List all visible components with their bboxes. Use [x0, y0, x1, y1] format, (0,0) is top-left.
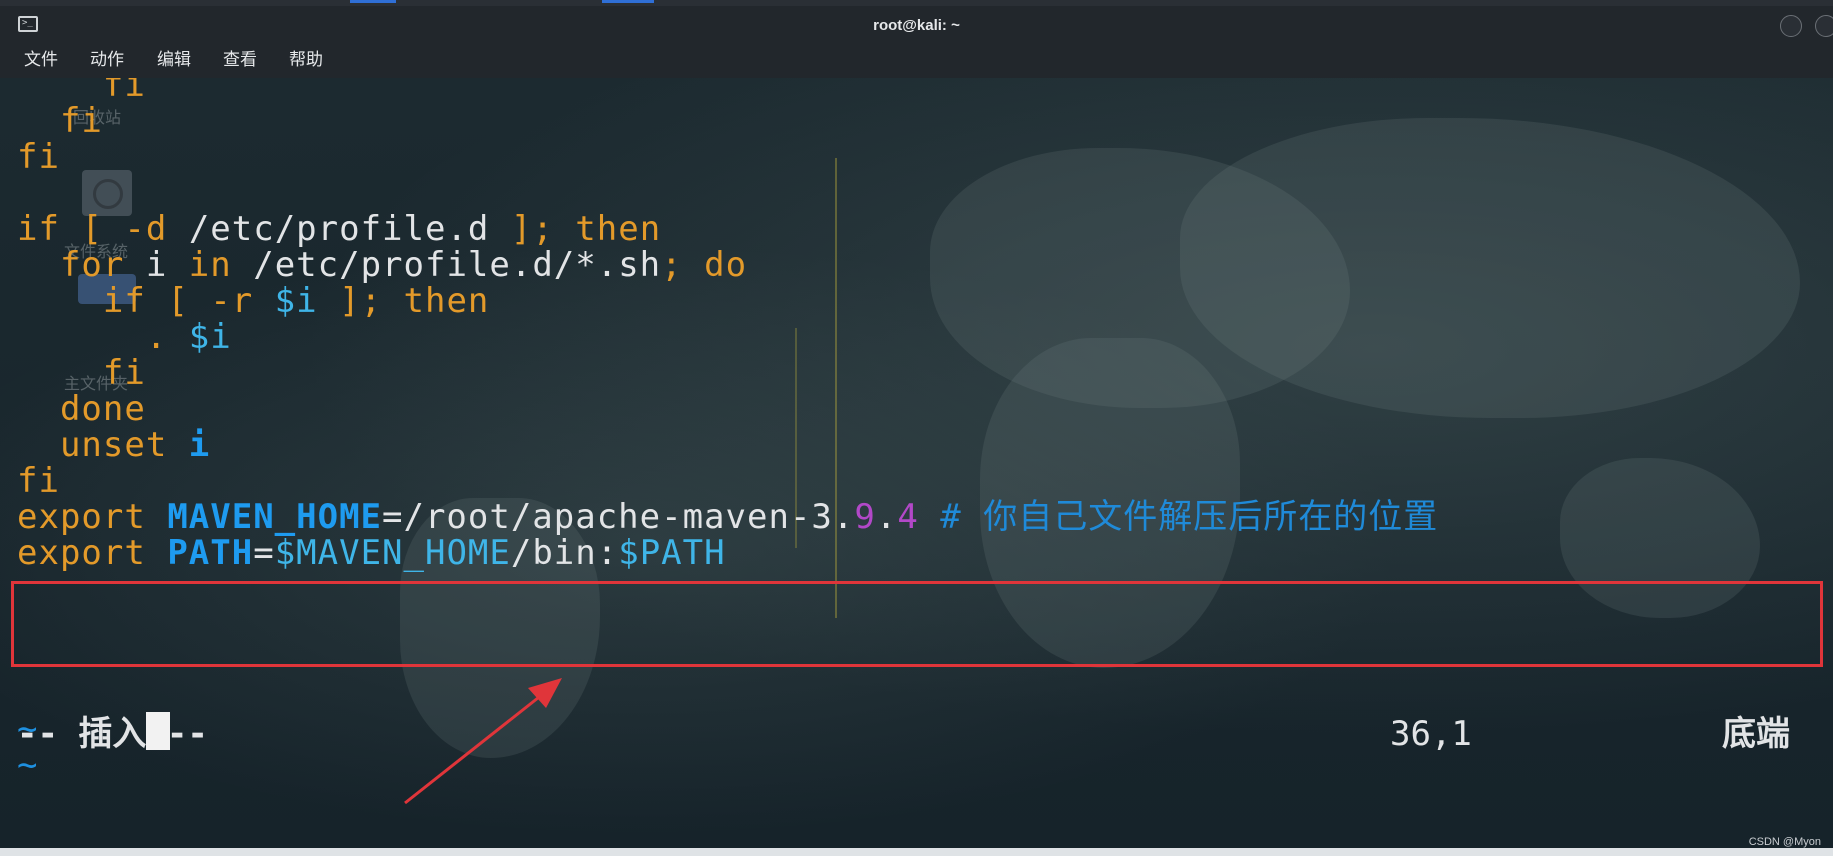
code-token: MAVEN_HOME	[167, 497, 383, 537]
code-token: =	[253, 533, 275, 573]
code-token: then	[575, 209, 662, 249]
menu-action[interactable]: 动作	[90, 46, 124, 74]
code-token: ];	[489, 209, 576, 249]
code-token: PATH	[167, 533, 254, 573]
code-token: [	[81, 209, 103, 249]
code-token: for	[59, 245, 125, 285]
code-token: /etc/profile.d/*.sh	[231, 245, 662, 285]
code-token: export	[17, 497, 146, 537]
code-token: $i	[274, 281, 318, 321]
code-token: ;	[661, 245, 705, 285]
code-token: ];	[317, 281, 404, 321]
terminal-area[interactable]: 回收站 文件系统 主文件夹 fi fi fi if [ -d /etc/profil…	[0, 78, 1833, 848]
code-token: i	[188, 425, 211, 465]
menu-file[interactable]: 文件	[24, 46, 58, 74]
watermark: CSDN @Myon⁠⁠⁠	[1748, 836, 1821, 848]
code-token: [ -r	[145, 281, 275, 321]
code-token: -d	[102, 209, 189, 249]
vim-mode-indicator: -- 插入 --	[17, 714, 208, 754]
code-token: /bin:	[510, 533, 619, 573]
map-line	[835, 158, 837, 618]
code-token: =/root/apache-maven-3.	[382, 497, 855, 537]
menu-bar: 文件 动作 编辑 查看 帮助	[0, 46, 1833, 78]
maximize-button[interactable]	[1815, 15, 1833, 37]
code-token: fi	[17, 461, 60, 501]
menu-help[interactable]: 帮助	[289, 46, 323, 74]
code-token: then	[403, 281, 490, 321]
highlight-box	[11, 581, 1823, 667]
code-token: do	[704, 245, 748, 285]
map-land	[1180, 118, 1800, 418]
code-token: .	[145, 317, 189, 357]
code-token: i	[124, 245, 189, 285]
code-token: $i	[188, 317, 232, 357]
code-line: fi	[17, 136, 60, 178]
code-token: in	[188, 245, 232, 285]
code-token: $MAVEN_HOME	[274, 533, 511, 573]
window-titlebar[interactable]: >_ root@kali: ~	[0, 6, 1833, 46]
code-token: fi	[102, 78, 146, 105]
code-token: fi	[102, 353, 146, 393]
code-line: export PATH=$MAVEN_HOME/bin:$PATH	[17, 532, 726, 574]
code-token: export	[17, 533, 146, 573]
terminal-window: >_ root@kali: ~ 文件 动作 编辑 查看 帮助 回收站 文件系统 …	[0, 0, 1833, 856]
cursor-position: 36,1	[1390, 714, 1472, 754]
code-token: 9	[854, 497, 876, 537]
code-token: unset	[59, 425, 168, 465]
code-token: if	[102, 281, 146, 321]
code-token: if	[17, 209, 60, 249]
taskbar-indicator	[602, 0, 654, 3]
menu-view[interactable]: 查看	[223, 46, 257, 74]
minimize-button[interactable]	[1780, 15, 1802, 37]
scroll-indicator: 底端	[1722, 714, 1790, 754]
code-token: .	[875, 497, 898, 537]
window-title: root@kali: ~	[873, 17, 960, 34]
code-token: /etc/profile.d	[188, 209, 490, 249]
code-token: 4	[897, 497, 919, 537]
code-token: $PATH	[618, 533, 726, 573]
code-token: fi	[59, 101, 103, 141]
code-token: fi	[17, 137, 60, 177]
menu-edit[interactable]: 编辑	[157, 46, 191, 74]
cursor-line	[17, 666, 170, 750]
desktop-bottom-strip	[0, 848, 1833, 856]
taskbar-indicator	[350, 0, 396, 3]
code-token: # 你自己文件解压后所在的位置	[918, 497, 1439, 537]
code-token: done	[59, 389, 146, 429]
